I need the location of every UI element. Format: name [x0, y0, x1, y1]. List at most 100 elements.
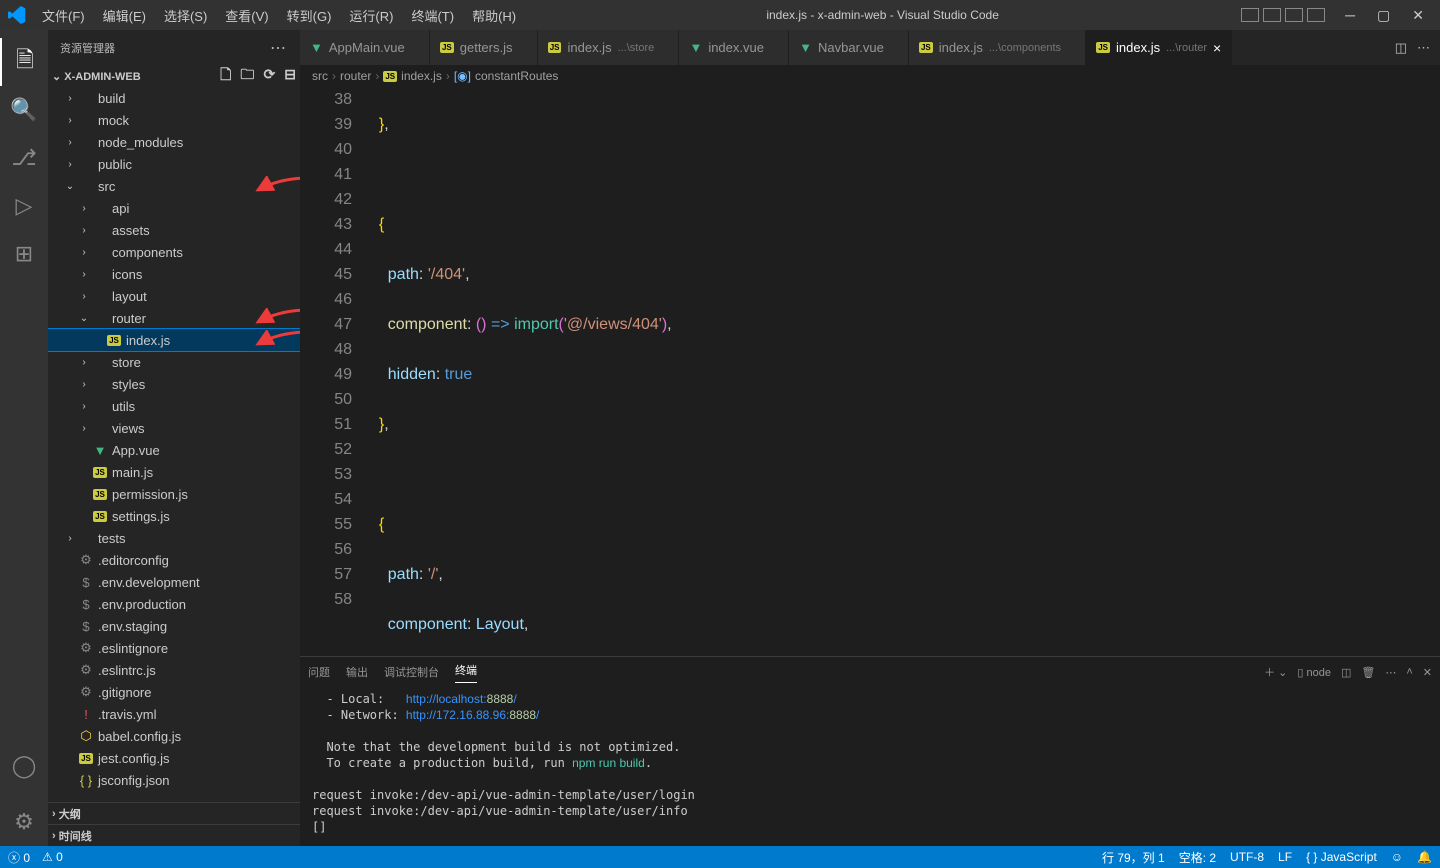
minimize-button[interactable]: ─	[1337, 3, 1363, 27]
tree-item-jsconfig-json[interactable]: { }jsconfig.json	[48, 769, 300, 791]
tree-item-main-js[interactable]: JSmain.js	[48, 461, 300, 483]
tree-item--eslintignore[interactable]: ⚙.eslintignore	[48, 637, 300, 659]
tree-item-build[interactable]: ›build	[48, 87, 300, 109]
window-title: index.js - x-admin-web - Visual Studio C…	[524, 8, 1241, 22]
tab-AppMain.vue[interactable]: ▼AppMain.vue×	[300, 30, 430, 65]
tree-item-tests[interactable]: ›tests	[48, 527, 300, 549]
tab-index.js[interactable]: JSindex.js...\store×	[538, 30, 680, 65]
terminal-tab[interactable]: 终端	[455, 662, 477, 683]
status-encoding[interactable]: UTF-8	[1230, 850, 1264, 864]
tree-item-src[interactable]: ⌄src	[48, 175, 300, 197]
tree-item--eslintrc-js[interactable]: ⚙.eslintrc.js	[48, 659, 300, 681]
tree-item-utils[interactable]: ›utils	[48, 395, 300, 417]
tree-item-api[interactable]: ›api	[48, 197, 300, 219]
tree-item--env-development[interactable]: $.env.development	[48, 571, 300, 593]
source-control-icon[interactable]: ⎇	[0, 134, 48, 182]
timeline-section[interactable]: 时间线	[59, 828, 92, 844]
menu-go[interactable]: 转到(G)	[279, 2, 340, 29]
terminal-more-icon[interactable]: ⋯	[1385, 666, 1396, 679]
extensions-icon[interactable]: ⊞	[0, 230, 48, 278]
tree-item--gitignore[interactable]: ⚙.gitignore	[48, 681, 300, 703]
output-tab[interactable]: 输出	[346, 664, 368, 680]
menu-help[interactable]: 帮助(H)	[464, 2, 524, 29]
tree-item--env-staging[interactable]: $.env.staging	[48, 615, 300, 637]
sidebar: 资源管理器 ⋯ ⌄ X-ADMIN-WEB 🗋 🗀 ⟳ ⊟ ›build›moc…	[48, 30, 300, 846]
tree-item-babel-config-js[interactable]: ⬡babel.config.js	[48, 725, 300, 747]
status-language[interactable]: { } JavaScript	[1306, 850, 1377, 864]
tab-index.vue[interactable]: ▼index.vue×	[679, 30, 789, 65]
tree-item-router[interactable]: ⌄router	[48, 307, 300, 329]
file-tree: ›build›mock›node_modules›public⌄src›api›…	[48, 87, 300, 802]
tree-item--env-production[interactable]: $.env.production	[48, 593, 300, 615]
status-eol[interactable]: LF	[1278, 850, 1292, 864]
problems-tab[interactable]: 问题	[308, 664, 330, 680]
refresh-icon[interactable]: ⟳	[263, 66, 275, 82]
layout-icons[interactable]	[1241, 8, 1325, 22]
status-errors[interactable]: ⓧ 0	[8, 849, 30, 866]
tree-item-layout[interactable]: ›layout	[48, 285, 300, 307]
outline-section[interactable]: 大纲	[59, 806, 81, 822]
tree-item-node_modules[interactable]: ›node_modules	[48, 131, 300, 153]
tree-item-App-vue[interactable]: ▼App.vue	[48, 439, 300, 461]
activity-bar: 🗎 🔍 ⎇ ▷ ⊞ ◯ ⚙	[0, 30, 48, 846]
kill-terminal-icon[interactable]: 🗑	[1361, 666, 1375, 679]
menu-file[interactable]: 文件(F)	[34, 2, 93, 29]
tree-item-store[interactable]: ›store	[48, 351, 300, 373]
tabs-bar: ▼AppMain.vue×JSgetters.js×JSindex.js...\…	[300, 30, 1440, 65]
status-feedback-icon[interactable]: ☺	[1391, 850, 1403, 864]
sidebar-more-icon[interactable]: ⋯	[270, 38, 288, 58]
tree-item-index-js[interactable]: JSindex.js	[48, 329, 300, 351]
menubar: 文件(F) 编辑(E) 选择(S) 查看(V) 转到(G) 运行(R) 终端(T…	[34, 2, 524, 29]
close-panel-icon[interactable]: ✕	[1423, 666, 1432, 679]
tree-item-permission-js[interactable]: JSpermission.js	[48, 483, 300, 505]
new-file-icon[interactable]: 🗋	[220, 66, 231, 82]
status-indent[interactable]: 空格: 2	[1179, 849, 1216, 866]
tree-item--travis-yml[interactable]: !.travis.yml	[48, 703, 300, 725]
menu-terminal[interactable]: 终端(T)	[403, 2, 462, 29]
settings-gear-icon[interactable]: ⚙	[0, 798, 48, 846]
close-button[interactable]: ✕	[1404, 3, 1432, 28]
search-icon[interactable]: 🔍	[0, 86, 48, 134]
maximize-panel-icon[interactable]: ˄	[1406, 666, 1412, 678]
new-folder-icon[interactable]: 🗀	[240, 66, 254, 82]
tab-getters.js[interactable]: JSgetters.js×	[430, 30, 538, 65]
menu-run[interactable]: 运行(R)	[341, 2, 401, 29]
code-editor[interactable]: }, { path: '/404', component: () => impo…	[370, 87, 1440, 656]
vscode-logo-icon	[8, 6, 26, 24]
status-warnings[interactable]: ⚠ 0	[42, 850, 63, 864]
tree-item-views[interactable]: ›views	[48, 417, 300, 439]
tree-item-assets[interactable]: ›assets	[48, 219, 300, 241]
collapse-icon[interactable]: ⊟	[284, 66, 296, 82]
project-name[interactable]: X-ADMIN-WEB	[64, 71, 140, 83]
sidebar-title: 资源管理器	[60, 40, 115, 56]
tree-item-styles[interactable]: ›styles	[48, 373, 300, 395]
accounts-icon[interactable]: ◯	[0, 742, 48, 790]
tab-Navbar.vue[interactable]: ▼Navbar.vue×	[789, 30, 909, 65]
menu-view[interactable]: 查看(V)	[217, 2, 276, 29]
tree-item-settings-js[interactable]: JSsettings.js	[48, 505, 300, 527]
menu-edit[interactable]: 编辑(E)	[95, 2, 154, 29]
tab-index.js[interactable]: JSindex.js...\components×	[909, 30, 1086, 65]
tab-index.js[interactable]: JSindex.js...\router×	[1086, 30, 1232, 65]
tree-item-public[interactable]: ›public	[48, 153, 300, 175]
split-editor-icon[interactable]: ◫	[1395, 40, 1407, 56]
status-cursor[interactable]: 行 79，列 1	[1102, 849, 1165, 866]
tree-item-icons[interactable]: ›icons	[48, 263, 300, 285]
debug-console-tab[interactable]: 调试控制台	[384, 664, 439, 680]
tab-more-icon[interactable]: ⋯	[1417, 40, 1430, 56]
tree-item-jest-config-js[interactable]: JSjest.config.js	[48, 747, 300, 769]
run-debug-icon[interactable]: ▷	[0, 182, 48, 230]
tree-item--editorconfig[interactable]: ⚙.editorconfig	[48, 549, 300, 571]
terminal-profile[interactable]: ▯ node	[1297, 666, 1331, 679]
status-bell-icon[interactable]: 🔔	[1417, 850, 1432, 864]
terminal-output[interactable]: - Local: http://localhost:8888/ - Networ…	[300, 687, 1440, 846]
new-terminal-icon[interactable]: ＋ ⌄	[1264, 664, 1287, 680]
tree-item-mock[interactable]: ›mock	[48, 109, 300, 131]
breadcrumb[interactable]: src› router› JS index.js› [◉] constantRo…	[300, 65, 1440, 87]
explorer-icon[interactable]: 🗎	[0, 38, 48, 86]
menu-selection[interactable]: 选择(S)	[156, 2, 215, 29]
js-icon: JS	[383, 71, 397, 82]
maximize-button[interactable]: ▢	[1369, 3, 1398, 28]
split-terminal-icon[interactable]: ◫	[1341, 666, 1351, 679]
tree-item-components[interactable]: ›components	[48, 241, 300, 263]
